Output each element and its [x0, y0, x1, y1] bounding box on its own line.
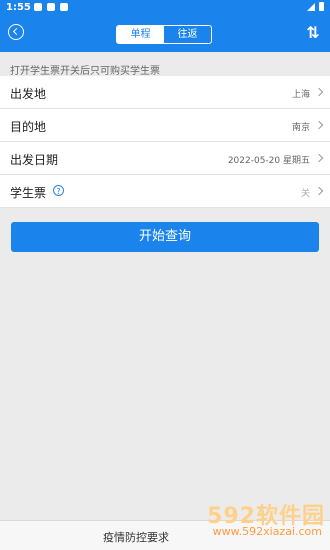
notification-icon — [60, 3, 68, 11]
chevron-right-icon — [314, 153, 324, 163]
status-time: 1:55 — [6, 2, 31, 13]
search-form: 出发地 上海 目的地 南京 出发日期 2022-05-20 星期五 学生票 ? … — [0, 76, 330, 208]
battery-icon — [319, 2, 324, 11]
row-value: 2022-05-20 星期五 — [227, 156, 310, 166]
back-icon[interactable] — [8, 24, 24, 40]
trip-type-toggle: 单程 往返 — [116, 25, 212, 44]
student-hint: 打开学生票开关后只可购买学生票 — [10, 66, 160, 77]
date-row[interactable]: 出发日期 2022-05-20 星期五 — [0, 142, 330, 175]
departure-row[interactable]: 出发地 上海 — [0, 76, 330, 109]
notification-icons — [34, 3, 68, 11]
notification-icon — [47, 3, 55, 11]
chevron-right-icon — [314, 87, 324, 97]
help-icon[interactable]: ? — [53, 185, 64, 196]
row-value: 南京 — [291, 123, 310, 133]
row-value: 上海 — [291, 90, 310, 100]
row-label: 学生票 — [10, 186, 47, 200]
status-right — [307, 2, 324, 11]
epidemic-notice[interactable]: 疫情防控要求 — [103, 529, 169, 545]
search-button[interactable]: 开始查询 — [11, 222, 319, 252]
student-ticket-row[interactable]: 学生票 ? 关 — [0, 175, 330, 208]
chevron-right-icon — [314, 186, 324, 196]
tab-round-trip[interactable]: 往返 — [164, 26, 211, 43]
watermark-url: www.592xiazai.com — [212, 525, 322, 538]
row-label: 出发地 — [10, 87, 47, 101]
tab-one-way[interactable]: 单程 — [117, 26, 164, 43]
signal-icon — [307, 2, 315, 11]
top-bar: 单程 往返 ⇅ — [0, 16, 330, 52]
swap-icon[interactable]: ⇅ — [304, 24, 322, 42]
notification-icon — [34, 3, 42, 11]
row-label: 目的地 — [10, 120, 47, 134]
status-bar: 1:55 — [0, 0, 330, 16]
row-value: 关 — [300, 189, 310, 199]
destination-row[interactable]: 目的地 南京 — [0, 109, 330, 142]
chevron-right-icon — [314, 120, 324, 130]
row-label: 出发日期 — [10, 153, 59, 167]
